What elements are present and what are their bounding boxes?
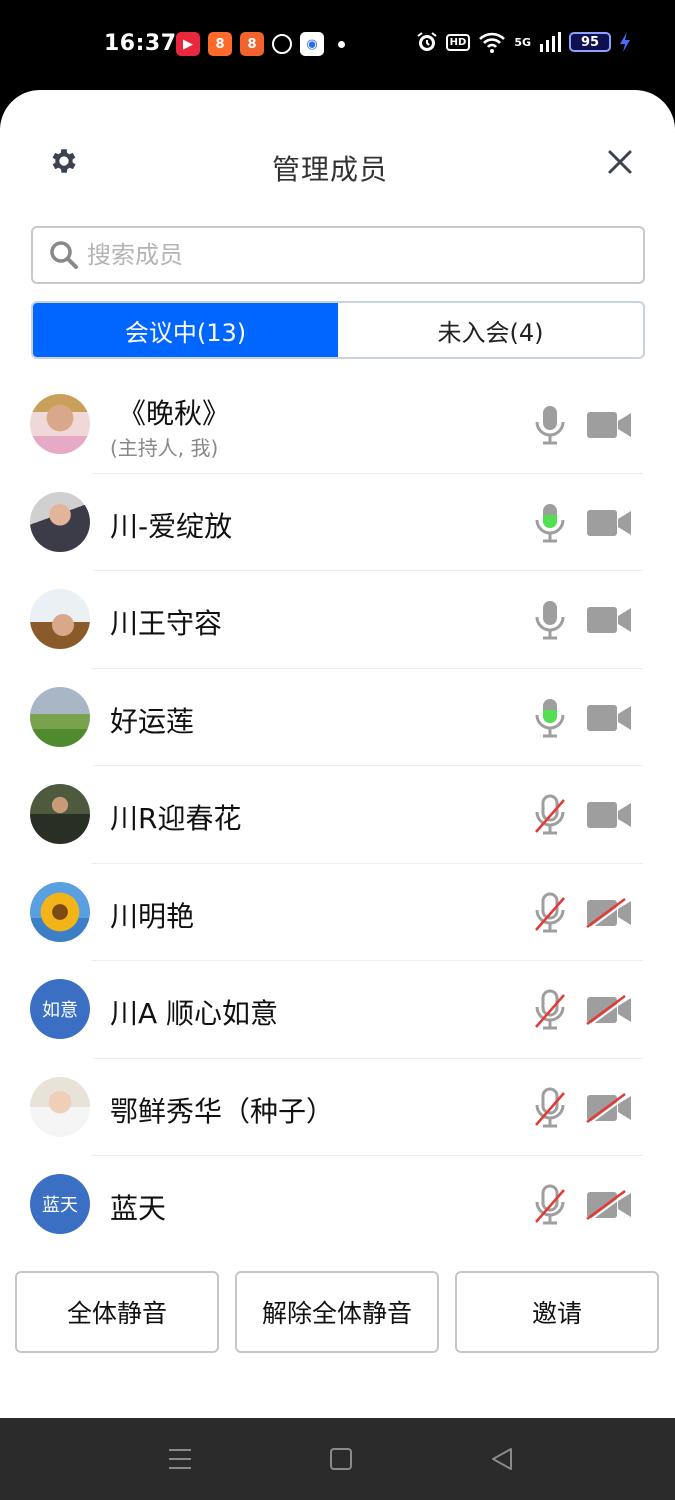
mic-icon[interactable] [532, 599, 568, 641]
camera-off-icon[interactable] [585, 994, 633, 1027]
kuaishou-lite-app-icon: 8 [240, 32, 264, 56]
recent-apps-icon[interactable] [168, 1448, 192, 1470]
status-bar: 16:37 ▶ 8 8 ◉ HD 5G 95 [0, 0, 675, 90]
mic-muted-icon[interactable] [532, 892, 568, 934]
notification-icons: ▶ 8 8 ◉ [176, 32, 345, 56]
mic-muted-icon[interactable] [532, 1087, 568, 1129]
close-icon[interactable] [605, 147, 635, 177]
back-icon[interactable] [490, 1447, 514, 1471]
system-nav-bar [0, 1418, 675, 1500]
mic-muted-icon[interactable] [532, 989, 568, 1031]
manage-members-sheet: 管理成员 会议中(13) 未入会(4) 《晚秋》 (主持人, 我) 川-爱绽放川王守… [0, 90, 675, 1418]
mic-muted-icon[interactable] [532, 794, 568, 836]
unmute-all-button[interactable]: 解除全体静音 [235, 1271, 439, 1353]
member-name: 川王守容 [110, 607, 223, 640]
member-list: 《晚秋》 (主持人, 我) 川-爱绽放川王守容好运莲川R迎春花川明艳如意 川A 顺心如… [0, 376, 675, 1254]
member-name: 川R迎春花 [110, 802, 242, 835]
member-row[interactable]: 如意 川A 顺心如意 [0, 961, 675, 1059]
message-app-icon [272, 34, 292, 54]
tab-in-meeting[interactable]: 会议中(13) [33, 303, 338, 357]
avatar [30, 686, 90, 747]
avatar [30, 784, 90, 844]
avatar: 如意 [30, 979, 90, 1039]
member-row[interactable]: 川明艳 [0, 864, 675, 961]
member-name: 好运莲 [110, 704, 195, 738]
kuaishou-app-icon: 8 [208, 32, 232, 56]
member-name: 川-爱绽放 [110, 509, 233, 543]
camera-icon[interactable] [585, 507, 633, 539]
avatar [30, 881, 90, 942]
more-notifications-icon [338, 40, 345, 48]
member-row[interactable]: 好运莲 [0, 669, 675, 766]
member-name: 川明艳 [110, 899, 195, 933]
camera-icon[interactable] [585, 409, 633, 441]
page-title: 管理成员 [271, 153, 388, 186]
search-input[interactable] [87, 241, 587, 269]
action-buttons: 全体静音 解除全体静音 邀请 [15, 1271, 660, 1353]
member-row[interactable]: 《晚秋》 (主持人, 我) [0, 376, 675, 474]
member-name: 蓝天 [110, 1192, 167, 1225]
avatar [30, 589, 90, 649]
member-tabs: 会议中(13) 未入会(4) [31, 301, 645, 359]
invite-button[interactable]: 邀请 [455, 1271, 659, 1353]
member-row[interactable]: 蓝天 蓝天 [0, 1156, 675, 1254]
mute-all-button[interactable]: 全体静音 [15, 1271, 219, 1353]
avatar: 蓝天 [30, 1174, 90, 1234]
member-row[interactable]: 鄂鲜秀华（种子） [0, 1059, 675, 1156]
hd-icon: HD [445, 33, 471, 51]
member-name: 鄂鲜秀华（种子） [110, 1094, 335, 1128]
search-icon [50, 241, 78, 269]
camera-icon[interactable] [585, 604, 633, 636]
baidu-app-icon: ◉ [300, 32, 324, 56]
avatar [30, 491, 90, 552]
search-box[interactable] [31, 226, 645, 284]
battery-icon: 95 [569, 32, 611, 52]
video-app-icon: ▶ [176, 32, 200, 56]
mic-icon[interactable] [532, 404, 568, 446]
home-icon[interactable] [330, 1448, 352, 1470]
mic-icon[interactable] [532, 502, 568, 544]
alarm-icon [417, 32, 437, 51]
charging-icon [620, 32, 630, 52]
member-row[interactable]: 川-爱绽放 [0, 474, 675, 571]
system-icons: HD 5G 95 [416, 31, 631, 53]
camera-off-icon[interactable] [585, 1092, 633, 1125]
signal-icon [540, 32, 561, 52]
network-type: 5G [514, 35, 531, 49]
member-role: (主持人, 我) [110, 436, 219, 460]
member-name: 川A 顺心如意 [110, 997, 279, 1030]
avatar [30, 1076, 90, 1137]
tab-not-joined[interactable]: 未入会(4) [338, 303, 643, 357]
member-row[interactable]: 川R迎春花 [0, 766, 675, 864]
camera-icon[interactable] [585, 702, 633, 734]
status-time: 16:37 [104, 31, 177, 56]
wifi-icon [479, 32, 506, 53]
camera-icon[interactable] [585, 799, 633, 831]
camera-off-icon[interactable] [585, 1189, 633, 1222]
member-row[interactable]: 川王守容 [0, 571, 675, 669]
mic-muted-icon[interactable] [532, 1184, 568, 1226]
member-name: 《晚秋》 [118, 397, 231, 430]
avatar [30, 394, 90, 454]
camera-off-icon[interactable] [585, 897, 633, 930]
mic-icon[interactable] [532, 697, 568, 739]
